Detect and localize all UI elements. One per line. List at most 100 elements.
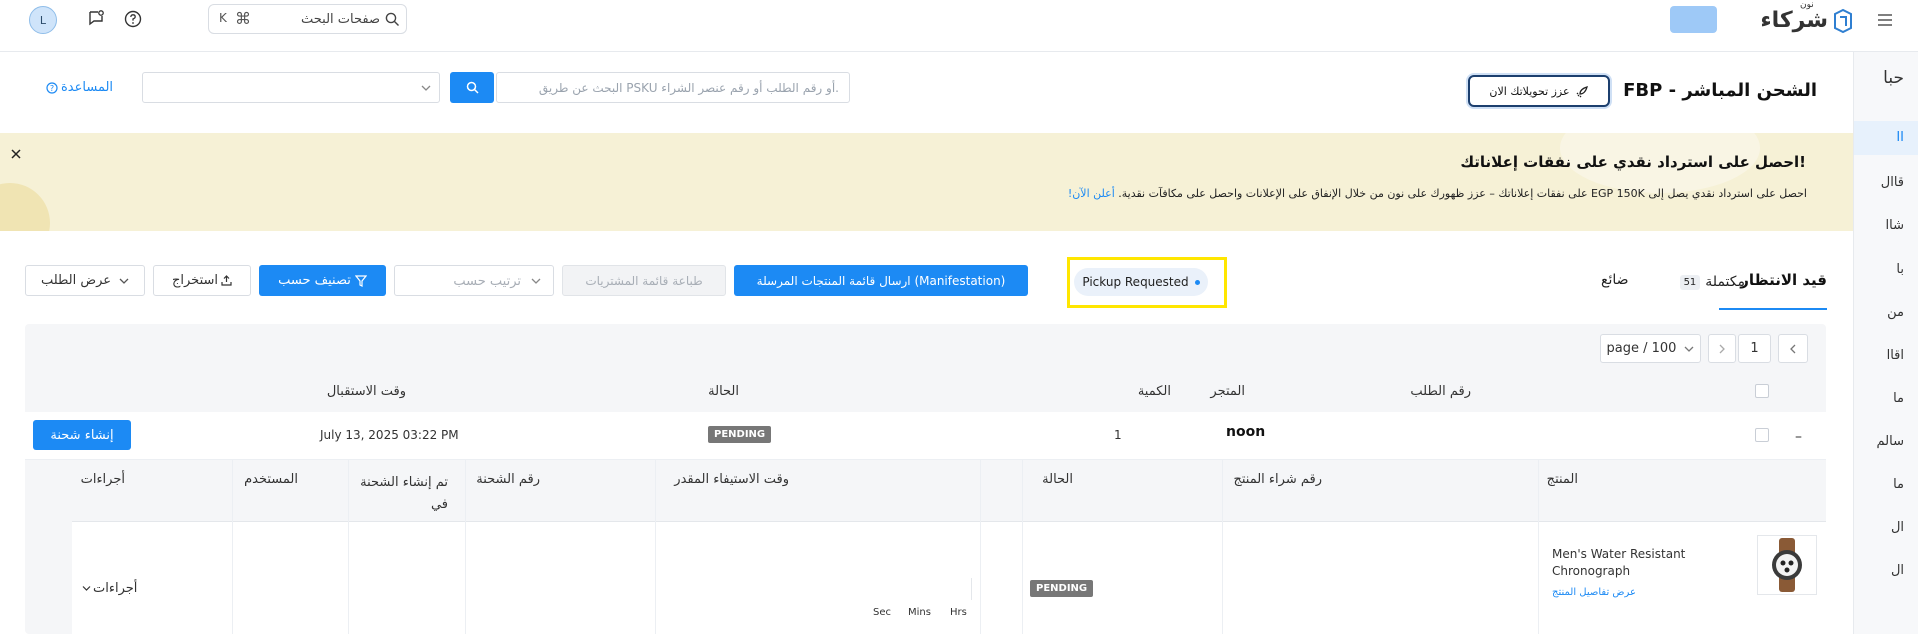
view-label: عرض الطلب [40,273,112,288]
manifest-button[interactable]: ارسال قائمة المنتجات المرسلة (Manifestat… [734,265,1028,296]
filter-icon [354,274,367,287]
col-divider [1538,460,1539,634]
sidebar-item-0[interactable]: حبا [1883,68,1904,88]
chevron-down-icon [82,586,91,591]
help-link[interactable]: ? المساعدة [46,80,113,95]
items-header-row [72,460,1826,522]
prev-page-button[interactable] [1778,334,1808,363]
item-status-badge: PENDING [1030,580,1094,597]
banner-link[interactable]: أعلن الآن! [1068,187,1115,200]
col-divider [1222,460,1223,634]
tab-pending-label: قيد الانتظار [1740,271,1827,289]
product-image [1757,535,1817,595]
search-icon [466,81,479,94]
watch-icon [1772,538,1802,592]
time-unit-sec: Sec [873,607,891,618]
time-unit-hrs: Hrs [950,607,967,618]
header-received-time: وقت الاستقبال [326,384,406,399]
shortcut-key: K [219,11,227,25]
logo-icon [1834,8,1852,34]
sidebar-active-highlight [1854,121,1918,155]
export-label: استخراج [172,273,218,288]
items-header-user: المستخدم [244,472,298,487]
col-divider [465,460,466,634]
page-number[interactable]: 1 [1738,334,1771,363]
sidebar-item-11[interactable]: ال [1891,563,1904,578]
boost-conversions-button[interactable]: عزز تحويلاتك الان [1468,75,1610,107]
chevron-down-icon [119,278,129,284]
promo-banner: احصل على استرداد نقدي على نفقات إعلاناتك… [0,133,1853,231]
items-header-actions: أجراءات [80,472,125,487]
help-circle-icon: ? [46,81,58,94]
banner-body: احصل على استرداد نقدي يصل إلى EGP 150K ع… [1068,187,1807,200]
help-label: المساعدة [61,80,114,95]
items-header-created-in: تم إنشاء الشحنة في [360,475,448,512]
shortcut-cmd: ⌘ [235,9,251,28]
sidebar-item-8[interactable]: سالم [1877,434,1904,449]
boost-label: عزز تحويلاتك الان [1489,84,1570,98]
sidebar-item-4[interactable]: با [1896,262,1904,277]
print-button[interactable]: طباعة قائمة المشتريات [562,265,726,296]
order-search-input[interactable]: البحث عن طريق PSKU أو رقم الطلب أو رقم ع… [496,72,850,103]
brand-logo[interactable]: نون شركاء [1756,0,1856,36]
store-logo: noon [1226,424,1266,440]
help-icon[interactable] [124,10,142,28]
close-icon[interactable] [10,145,22,159]
tab-lost[interactable]: ضائع [1601,272,1629,288]
sort-select[interactable]: ترتيب حسب [394,265,554,296]
rocket-icon [1576,85,1588,97]
header-store: المتجر [1210,384,1245,399]
view-order-select[interactable]: عرض الطلب [25,265,145,296]
sidebar-item-6[interactable]: اقاا [1887,348,1904,363]
sidebar-item-2[interactable]: قاال [1881,175,1904,190]
tab-completed[interactable]: مكتملة 51 [1665,271,1745,293]
next-page-button[interactable] [1708,334,1736,363]
sidebar-item-9[interactable]: ما [1893,477,1904,492]
items-header-purchase-no: رقم شراء المنتج [1233,472,1322,487]
sidebar-item-7[interactable]: ما [1893,391,1904,406]
header-qty: الكمية [1137,384,1171,399]
top-bar: نون شركاء صفحات البحث ⌘ K L [0,0,1918,52]
banner-body-text: احصل على استرداد نقدي يصل إلى EGP 150K ع… [1118,187,1807,200]
create-shipment-button[interactable]: إنشاء شحنة [33,420,131,450]
export-button[interactable]: استخراج [153,265,251,296]
sidebar-item-1[interactable]: II [1896,130,1904,145]
order-row[interactable] [25,412,1826,460]
chevron-down-icon [531,278,541,284]
sidebar-item-10[interactable]: ال [1891,520,1904,535]
items-header-status: الحالة [1042,472,1073,487]
banner-decor-circle [0,183,50,231]
export-icon [221,275,232,286]
sidebar-item-3[interactable]: شاا [1886,218,1904,233]
filter-select[interactable] [142,72,440,103]
col-divider [232,460,233,634]
chat-icon[interactable] [87,9,105,27]
avatar[interactable]: L [29,6,57,34]
sidebar: حبا II قاال شاا با من اقاا ما سالم ما ال… [1853,52,1918,634]
col-divider [655,460,656,634]
col-divider [980,460,981,634]
menu-icon[interactable] [1876,10,1894,30]
page-size-select[interactable]: page / 100 [1600,334,1701,363]
header-order-no: رقم الطلب [1410,384,1471,399]
row-checkbox[interactable] [1755,428,1769,442]
product-name: Men's Water Resistant Chronograph [1552,547,1686,578]
status-chip-label: Pickup Requested [1082,275,1189,289]
select-all-checkbox[interactable] [1755,384,1769,398]
filter-button[interactable]: تصنيف حسب [259,265,386,296]
product-details-link[interactable]: عرض تفاصيل المنتج [1552,587,1636,598]
row-status-badge: PENDING [708,426,772,443]
col-divider [1022,460,1023,634]
sidebar-item-5[interactable]: من [1887,305,1904,320]
account-selector[interactable] [1670,6,1717,33]
collapse-row-icon[interactable]: – [1795,429,1802,445]
row-qty: 1 [1114,428,1122,442]
status-chip[interactable]: Pickup Requested [1074,268,1208,296]
items-header-shipment-no: رقم الشحنة [476,472,540,487]
row-received-time: July 13, 2025 03:22 PM [320,428,459,442]
svg-text:?: ? [50,84,54,93]
global-search[interactable]: صفحات البحث ⌘ K [208,4,407,34]
items-header-est-fulfill: وقت الاستيفاء المقدر [674,472,789,487]
actions-dropdown[interactable]: أجراءات [82,581,137,596]
search-button[interactable] [450,72,494,103]
